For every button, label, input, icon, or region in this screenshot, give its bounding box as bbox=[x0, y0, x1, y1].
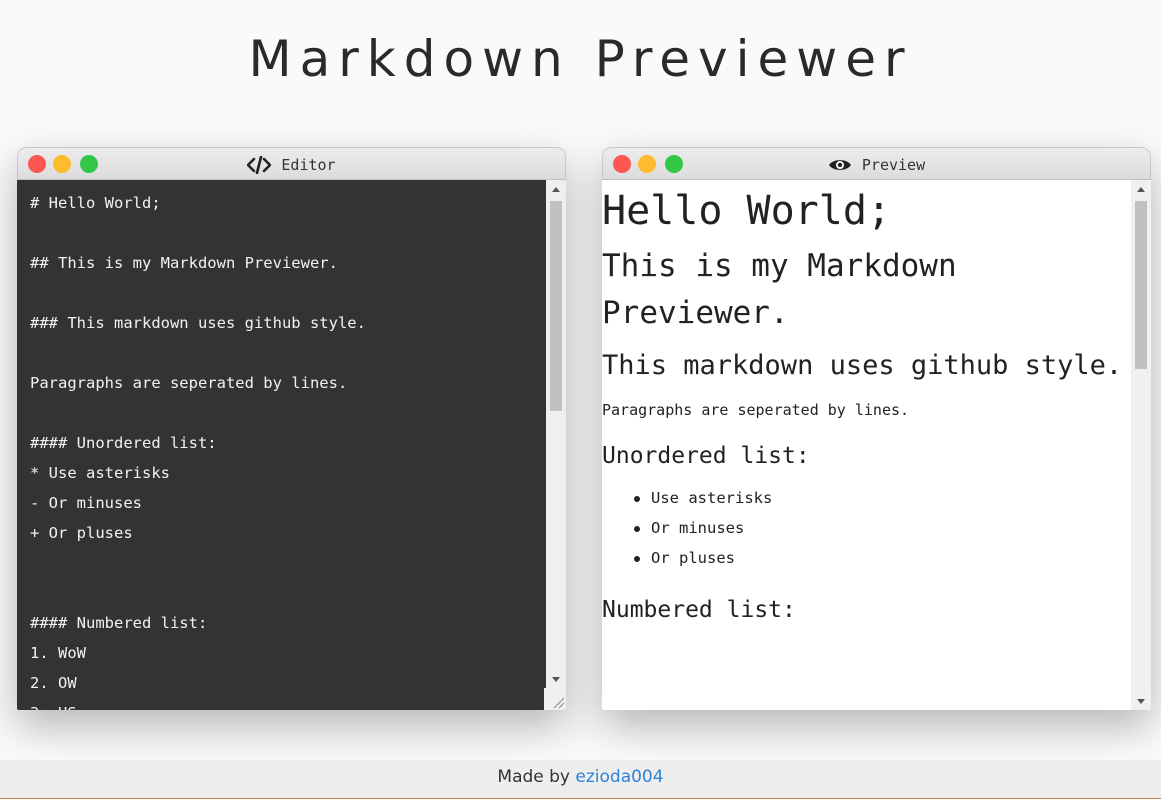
scroll-up-arrow[interactable] bbox=[546, 180, 566, 198]
editor-line[interactable]: * Use asterisks bbox=[30, 458, 544, 488]
preview-unordered-list: Use asterisks Or minuses Or pluses bbox=[602, 483, 1131, 573]
code-icon bbox=[247, 155, 272, 174]
preview-title: Preview bbox=[861, 155, 926, 174]
preview-scrollbar[interactable] bbox=[1131, 180, 1151, 710]
preview-content: Hello World; This is my Markdown Preview… bbox=[602, 180, 1131, 625]
preview-heading-numbered: Numbered list: bbox=[602, 597, 796, 623]
editor-line[interactable]: 3. HS bbox=[30, 698, 544, 710]
editor-window: Editor # Hello World; ## This is my Markd… bbox=[17, 147, 566, 710]
editor-line[interactable]: ## This is my Markdown Previewer. bbox=[30, 248, 544, 278]
editor-line[interactable]: Paragraphs are seperated by lines. bbox=[30, 368, 544, 398]
editor-line[interactable] bbox=[30, 548, 544, 578]
editor-line[interactable]: 1. WoW bbox=[30, 638, 544, 668]
page-title: Markdown Previewer bbox=[248, 30, 913, 88]
preview-window: Preview Hello World; This is my Markdown… bbox=[602, 147, 1151, 710]
resize-handle[interactable] bbox=[544, 688, 566, 710]
scroll-thumb[interactable] bbox=[1135, 201, 1147, 369]
editor-line[interactable]: + Or pluses bbox=[30, 518, 544, 548]
list-item: Or minuses bbox=[634, 513, 1131, 543]
editor-scrollbar[interactable] bbox=[546, 180, 566, 688]
editor-line[interactable]: # Hello World; bbox=[30, 188, 544, 218]
preview-heading-unordered: Unordered list: bbox=[602, 443, 810, 469]
editor-textarea[interactable]: # Hello World; ## This is my Markdown Pre… bbox=[17, 180, 566, 710]
editor-line[interactable]: ### This markdown uses github style. bbox=[30, 308, 544, 338]
preview-titlebar: Preview bbox=[602, 147, 1151, 180]
editor-line[interactable] bbox=[30, 338, 544, 368]
editor-line[interactable]: #### Unordered list: bbox=[30, 428, 544, 458]
editor-line[interactable] bbox=[30, 218, 544, 248]
footer-text: Made by bbox=[497, 767, 576, 787]
scroll-down-arrow[interactable] bbox=[1131, 692, 1151, 710]
preview-heading-3: This markdown uses github style. bbox=[602, 350, 1123, 381]
editor-content[interactable]: # Hello World; ## This is my Markdown Pre… bbox=[30, 188, 544, 710]
preview-pane: Hello World; This is my Markdown Preview… bbox=[602, 180, 1151, 710]
editor-title: Editor bbox=[281, 155, 336, 174]
editor-line[interactable]: 2. OW bbox=[30, 668, 544, 698]
author-link[interactable]: ezioda004 bbox=[575, 767, 663, 787]
editor-titlebar: Editor bbox=[17, 147, 566, 180]
footer: Made by ezioda004 bbox=[0, 760, 1161, 799]
editor-line[interactable]: - Or minuses bbox=[30, 488, 544, 518]
preview-paragraph: Paragraphs are seperated by lines. bbox=[602, 401, 910, 419]
editor-line[interactable] bbox=[30, 278, 544, 308]
preview-heading-2: This is my Markdown Previewer. bbox=[602, 248, 957, 331]
scroll-thumb[interactable] bbox=[550, 201, 562, 411]
editor-line[interactable]: #### Numbered list: bbox=[30, 608, 544, 638]
editor-line[interactable] bbox=[30, 398, 544, 428]
preview-heading-1: Hello World; bbox=[602, 188, 891, 234]
scroll-down-arrow[interactable] bbox=[546, 670, 566, 688]
editor-line[interactable] bbox=[30, 578, 544, 608]
eye-icon bbox=[828, 157, 852, 173]
list-item: Or pluses bbox=[634, 543, 1131, 573]
list-item: Use asterisks bbox=[634, 483, 1131, 513]
scroll-up-arrow[interactable] bbox=[1131, 180, 1151, 198]
